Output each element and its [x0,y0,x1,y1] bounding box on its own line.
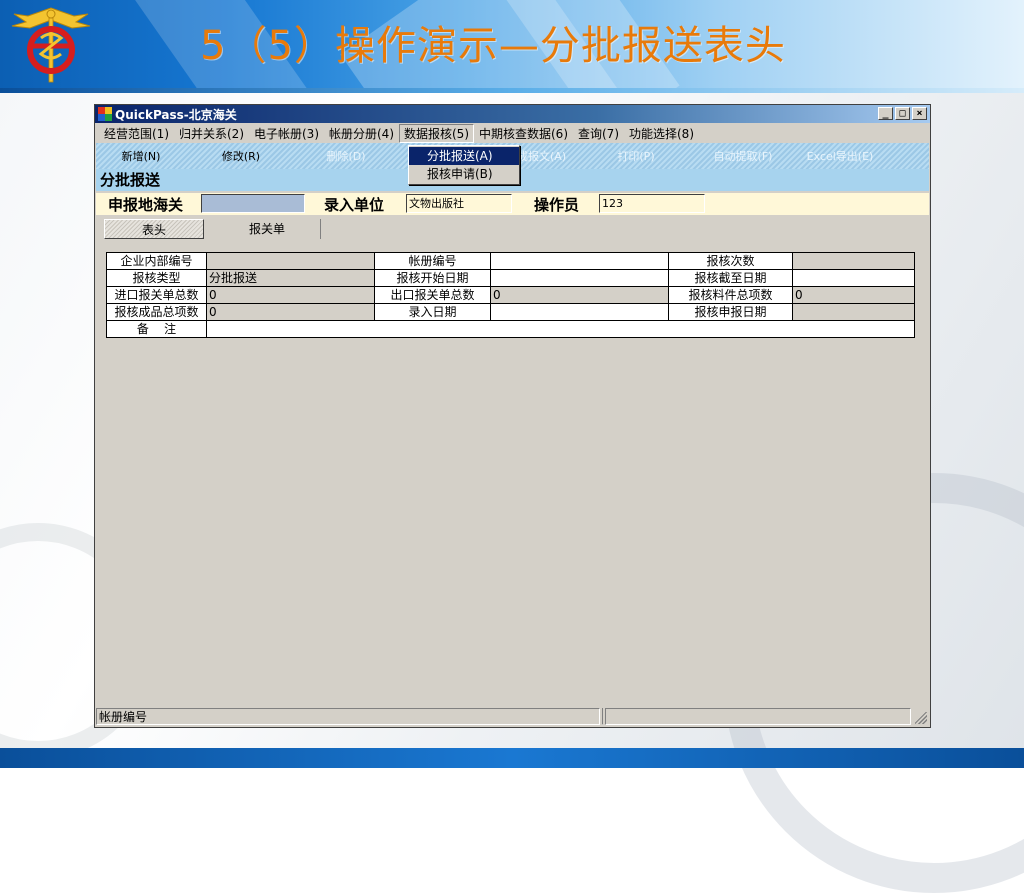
tab-strip: 表头 报关单 [95,215,930,241]
menu-ledger-volume[interactable]: 帐册分册(4) [324,124,399,143]
window-title: QuickPass-北京海关 [115,107,237,122]
material-items-field[interactable]: 0 [792,286,915,304]
status-panel-info [605,707,911,725]
dropdown-verification-request[interactable]: 报核申请(B) [409,165,519,183]
remarks-field[interactable] [206,320,915,338]
slide-footer-band [0,748,1024,768]
dropdown-batch-submit[interactable]: 分批报送(A) [409,147,519,165]
table-row: 报核成品总项数 0 录入日期 报核申报日期 [106,303,915,321]
table-row: 报核类型 分批报送 报核开始日期 报核截至日期 [106,269,915,287]
import-count-field[interactable]: 0 [206,286,375,304]
auto-extract-button[interactable]: 自动提取(F) [708,148,778,164]
grid-label: 进口报关单总数 [106,286,207,304]
new-button[interactable]: 新增(N) [96,148,186,164]
remarks-label: 备 注 [106,320,207,338]
grid-label: 报核次数 [668,252,793,270]
entry-unit-label: 录入单位 [324,196,385,214]
grid-label: 帐册编号 [374,252,491,270]
print-button[interactable]: 打印(P) [606,148,666,164]
customs-label: 申报地海关 [108,196,184,214]
menu-data-verification[interactable]: 数据报核(5) [399,123,474,143]
delete-button[interactable]: 删除(D) [296,148,396,164]
grid-label: 报核料件总项数 [668,286,793,304]
grid-label: 报核开始日期 [374,269,491,287]
app-window: QuickPass-北京海关 _ □ × 经营范围(1) 归并关系(2) 电子帐… [94,104,931,728]
product-items-field[interactable]: 0 [206,303,375,321]
grid-label: 报核申报日期 [668,303,793,321]
menu-function-select[interactable]: 功能选择(8) [624,124,699,143]
operator-field: 123 [599,194,705,213]
header-info-bar: 申报地海关 录入单位 文物出版社 操作员 123 [96,193,929,215]
app-icon [98,107,112,121]
entry-unit-field: 文物出版社 [406,194,512,213]
data-verification-dropdown: 分批报送(A) 报核申请(B) [408,145,520,185]
table-row: 进口报关单总数 0 出口报关单总数 0 报核料件总项数 0 [106,286,915,304]
edit-button[interactable]: 修改(R) [186,148,296,164]
end-date-field[interactable] [792,269,915,287]
window-titlebar[interactable]: QuickPass-北京海关 _ □ × [95,105,930,123]
customs-input[interactable] [201,194,305,213]
entry-date-field[interactable] [490,303,669,321]
tab-declaration[interactable]: 报关单 [217,219,317,239]
tab-header[interactable]: 表头 [104,219,204,239]
status-panel-ledger: 帐册编号 [96,707,600,725]
close-button[interactable]: × [912,107,927,120]
header-form-grid: 企业内部编号 帐册编号 报核次数 报核类型 分批报送 报核开始日期 报核截至日期… [106,252,915,338]
start-date-field[interactable] [490,269,669,287]
verification-type-field[interactable]: 分批报送 [206,269,375,287]
grid-label: 出口报关单总数 [374,286,491,304]
declaration-date-field[interactable] [792,303,915,321]
grid-label: 录入日期 [374,303,491,321]
menu-electronic-ledger[interactable]: 电子帐册(3) [249,124,324,143]
grid-label: 报核类型 [106,269,207,287]
ledger-number-field[interactable] [490,252,669,270]
export-count-field[interactable]: 0 [490,286,669,304]
operator-label: 操作员 [534,196,580,214]
grid-label: 企业内部编号 [106,252,207,270]
table-row: 备 注 [106,320,915,338]
verification-count-field[interactable] [792,252,915,270]
slide-title: 5（5）操作演示—分批报送表头 [200,23,786,69]
menubar: 经营范围(1) 归并关系(2) 电子帐册(3) 帐册分册(4) 数据报核(5) … [95,123,930,143]
menu-business-scope[interactable]: 经营范围(1) [99,124,174,143]
menu-midterm-check[interactable]: 中期核查数据(6) [474,124,573,143]
maximize-button[interactable]: □ [895,107,910,120]
resize-grip-icon[interactable] [915,712,927,724]
table-row: 企业内部编号 帐册编号 报核次数 [106,252,915,270]
excel-export-button[interactable]: Excel导出(E) [800,148,880,164]
enterprise-code-field[interactable] [206,252,375,270]
menu-query[interactable]: 查询(7) [573,124,624,143]
menu-merge-relation[interactable]: 归并关系(2) [174,124,249,143]
grid-label: 报核成品总项数 [106,303,207,321]
grid-label: 报核截至日期 [668,269,793,287]
status-panel-divider [602,707,603,725]
customs-emblem-icon [11,7,91,83]
statusbar: 帐册编号 [96,706,929,726]
minimize-button[interactable]: _ [878,107,893,120]
